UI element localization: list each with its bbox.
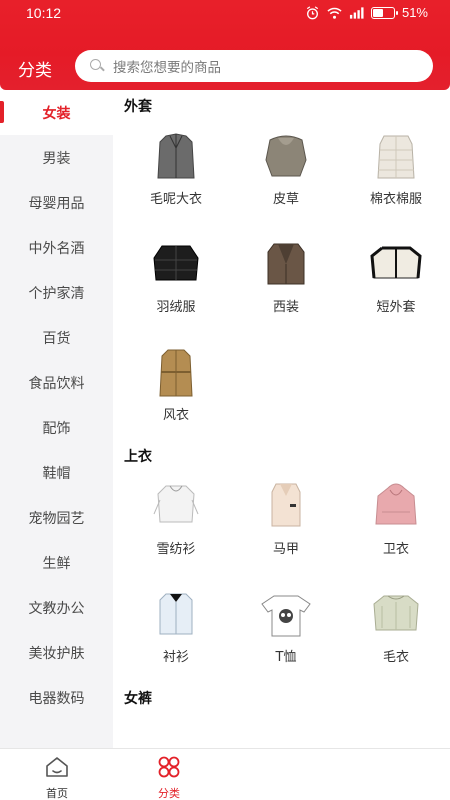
sidebar-item[interactable]: 生鲜 bbox=[0, 540, 113, 585]
chiffon-shirt-icon bbox=[146, 480, 206, 532]
category-tile-label: 短外套 bbox=[376, 300, 416, 315]
category-tile[interactable]: 衬衫 bbox=[121, 588, 231, 678]
sidebar-item-label: 中外名酒 bbox=[28, 240, 85, 257]
section-title: 外套 bbox=[124, 99, 152, 115]
category-tile[interactable]: 羽绒服 bbox=[121, 238, 231, 328]
category-tile[interactable]: 毛呢大衣 bbox=[121, 130, 231, 220]
category-tile[interactable]: 风衣 bbox=[121, 346, 231, 436]
signal-icon bbox=[349, 6, 364, 19]
sidebar-item[interactable]: 电器数码 bbox=[0, 675, 113, 720]
sidebar-item-label: 文教办公 bbox=[28, 600, 85, 617]
category-tile-label: T恤 bbox=[275, 650, 297, 665]
category-tile-label: 马甲 bbox=[272, 542, 299, 557]
sidebar-item[interactable]: 鞋帽 bbox=[0, 450, 113, 495]
sidebar-item[interactable]: 男装 bbox=[0, 135, 113, 180]
search-icon bbox=[89, 58, 105, 74]
shirt-icon bbox=[146, 588, 206, 640]
blazer-icon bbox=[256, 238, 316, 290]
sidebar-item[interactable]: 食品饮料 bbox=[0, 360, 113, 405]
sidebar-item[interactable]: 宠物园艺 bbox=[0, 495, 113, 540]
sidebar-item-label: 美妆护肤 bbox=[28, 645, 85, 662]
sidebar-item[interactable]: 个护家清 bbox=[0, 270, 113, 315]
category-tile-label: 羽绒服 bbox=[156, 300, 196, 315]
sidebar-item-label: 生鲜 bbox=[42, 555, 71, 572]
sidebar-item-label: 个护家清 bbox=[28, 285, 85, 302]
sidebar-item[interactable]: 文教办公 bbox=[0, 585, 113, 630]
sidebar-item[interactable]: 美妆护肤 bbox=[0, 630, 113, 675]
category-tile[interactable]: 西装 bbox=[231, 238, 341, 328]
battery-icon bbox=[370, 6, 398, 19]
vest-icon bbox=[256, 480, 316, 532]
sidebar-item[interactable]: 女装 bbox=[0, 90, 113, 135]
page-title: 分类 bbox=[18, 61, 52, 81]
category-tile[interactable]: 短外套 bbox=[341, 238, 450, 328]
sidebar-item-label: 母婴用品 bbox=[28, 195, 85, 212]
down-jacket-icon bbox=[146, 238, 206, 290]
status-time: 10:12 bbox=[26, 5, 62, 21]
tab-category[interactable]: 分类 bbox=[124, 755, 214, 800]
category-tile[interactable]: T恤 bbox=[231, 588, 341, 678]
category-tile[interactable]: 卫衣 bbox=[341, 480, 450, 570]
tab-category-label: 分类 bbox=[158, 787, 180, 800]
header: 10:12 51% 分类 搜索您想要的商品 bbox=[0, 0, 450, 90]
category-tile-label: 皮草 bbox=[272, 192, 299, 207]
status-icons: 51% bbox=[305, 5, 428, 20]
sweater-icon bbox=[366, 588, 426, 640]
sidebar-item-label: 食品饮料 bbox=[28, 375, 85, 392]
sidebar-item-label: 电器数码 bbox=[28, 690, 85, 707]
section-title: 女裤 bbox=[124, 691, 152, 707]
tab-home[interactable]: 首页 bbox=[12, 755, 102, 800]
category-tile-label: 棉衣棉服 bbox=[369, 192, 422, 207]
padded-jacket-icon bbox=[366, 130, 426, 182]
sidebar-item-label: 配饰 bbox=[42, 420, 71, 437]
search-input[interactable]: 搜索您想要的商品 bbox=[75, 50, 433, 82]
category-tile-label: 西装 bbox=[272, 300, 299, 315]
sidebar-item-label: 百货 bbox=[42, 330, 71, 347]
trench-coat-icon bbox=[146, 346, 206, 398]
sidebar-item[interactable]: 百货 bbox=[0, 315, 113, 360]
category-content: 外套毛呢大衣 皮草 棉衣棉服羽绒服 西装 短外套风衣上衣雪纺衫 马甲 卫衣衬衫 T恤 毛衣女裤 bbox=[113, 90, 450, 748]
category-tile[interactable]: 棉衣棉服 bbox=[341, 130, 450, 220]
search-placeholder: 搜索您想要的商品 bbox=[113, 60, 221, 76]
category-tile-label: 卫衣 bbox=[382, 542, 409, 557]
category-icon bbox=[158, 756, 180, 778]
category-tile-label: 衬衫 bbox=[162, 650, 189, 665]
category-tile-label: 毛衣 bbox=[382, 650, 409, 665]
sidebar-item[interactable]: 配饰 bbox=[0, 405, 113, 450]
coat-icon bbox=[146, 130, 206, 182]
status-bar: 10:12 51% bbox=[0, 0, 450, 28]
wifi-icon bbox=[327, 7, 342, 19]
section-title: 上衣 bbox=[124, 449, 152, 465]
sidebar-item-label: 男装 bbox=[42, 150, 71, 167]
category-tile[interactable]: 马甲 bbox=[231, 480, 341, 570]
category-tile[interactable]: 雪纺衫 bbox=[121, 480, 231, 570]
category-tile[interactable]: 皮草 bbox=[231, 130, 341, 220]
short-jacket-icon bbox=[366, 238, 426, 290]
home-icon bbox=[46, 757, 68, 777]
sidebar-item[interactable]: 母婴用品 bbox=[0, 180, 113, 225]
tshirt-icon bbox=[256, 588, 316, 640]
category-tile-label: 风衣 bbox=[162, 408, 189, 423]
category-tile-label: 毛呢大衣 bbox=[149, 192, 202, 207]
fur-icon bbox=[256, 130, 316, 182]
tab-home-label: 首页 bbox=[46, 787, 68, 800]
sidebar-item-label: 鞋帽 bbox=[42, 465, 71, 482]
sidebar-item-label: 宠物园艺 bbox=[28, 510, 85, 527]
bottom-tab-bar: 首页 分类 bbox=[0, 748, 450, 800]
sidebar-item[interactable]: 中外名酒 bbox=[0, 225, 113, 270]
alarm-icon bbox=[306, 5, 319, 19]
battery-percent: 51% bbox=[401, 5, 428, 20]
sidebar-item-label: 女装 bbox=[42, 105, 71, 122]
category-tile[interactable]: 毛衣 bbox=[341, 588, 450, 678]
category-tile-label: 雪纺衫 bbox=[156, 542, 196, 557]
hoodie-icon bbox=[366, 480, 426, 532]
category-sidebar: 女装男装母婴用品中外名酒个护家清百货食品饮料配饰鞋帽宠物园艺生鲜文教办公美妆护肤… bbox=[0, 90, 113, 748]
